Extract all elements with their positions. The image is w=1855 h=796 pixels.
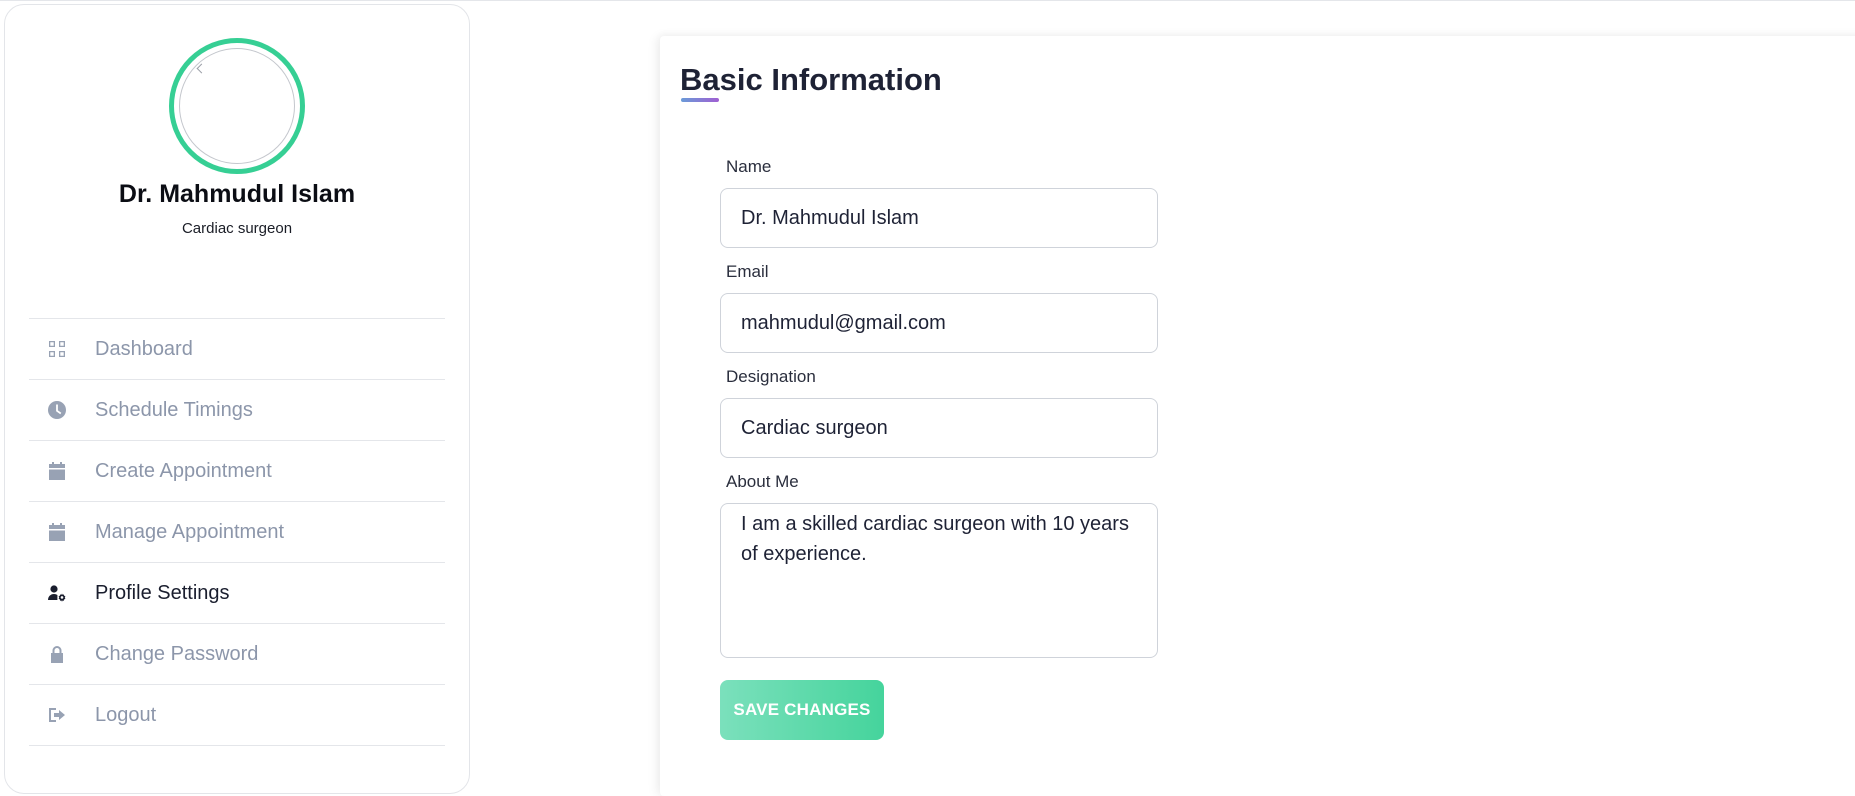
avatar-image: [179, 48, 295, 164]
sidebar-item-manage-appointment[interactable]: Manage Appointment: [29, 502, 445, 563]
sidebar-item-label: Manage Appointment: [95, 520, 285, 543]
email-input[interactable]: [720, 293, 1158, 353]
sidebar-item-label: Logout: [95, 703, 157, 726]
sidebar-item-create-appointment[interactable]: Create Appointment: [29, 441, 445, 502]
sidebar-item-label: Schedule Timings: [95, 398, 253, 421]
user-cog-icon: [45, 581, 69, 605]
sidebar-item-label: Profile Settings: [95, 581, 230, 604]
save-changes-button[interactable]: SAVE CHANGES: [720, 680, 884, 740]
profile-form-card: Basic Information Name Email Designation…: [660, 36, 1855, 796]
calendar-icon: [45, 459, 69, 483]
title-underline: [681, 98, 719, 102]
sidebar-item-dashboard[interactable]: Dashboard: [29, 319, 445, 380]
sidebar-item-schedule-timings[interactable]: Schedule Timings: [29, 380, 445, 441]
sidebar-item-label: Change Password: [95, 642, 259, 665]
name-label: Name: [726, 157, 772, 176]
designation-label: Designation: [726, 367, 816, 386]
broken-image-icon: [196, 63, 207, 74]
sidebar-item-change-password[interactable]: Change Password: [29, 624, 445, 685]
sidebar-item-profile-settings[interactable]: Profile Settings: [29, 563, 445, 624]
about-me-textarea[interactable]: I am a skilled cardiac surgeon with 10 y…: [720, 503, 1158, 658]
sidebar-menu: Dashboard Schedule Timings Create Appoin…: [29, 318, 445, 746]
profile-designation: Cardiac surgeon: [181, 220, 293, 237]
profile-name: Dr. Mahmudul Islam: [118, 180, 356, 208]
top-border: [0, 0, 1855, 3]
grid-icon: [45, 337, 69, 361]
avatar: [169, 38, 305, 174]
about-me-label: About Me: [726, 472, 799, 491]
clock-icon: [45, 398, 69, 422]
sidebar-item-label: Create Appointment: [95, 459, 272, 482]
name-input[interactable]: [720, 188, 1158, 248]
designation-input[interactable]: [720, 398, 1158, 458]
email-label: Email: [726, 262, 769, 281]
sidebar-item-label: Dashboard: [95, 337, 193, 360]
lock-icon: [45, 642, 69, 666]
section-title: Basic Information: [680, 62, 942, 97]
sidebar: Dr. Mahmudul Islam Cardiac surgeon Dashb…: [4, 4, 470, 794]
sidebar-item-logout[interactable]: Logout: [29, 685, 445, 746]
logout-icon: [45, 703, 69, 727]
calendar-icon: [45, 520, 69, 544]
